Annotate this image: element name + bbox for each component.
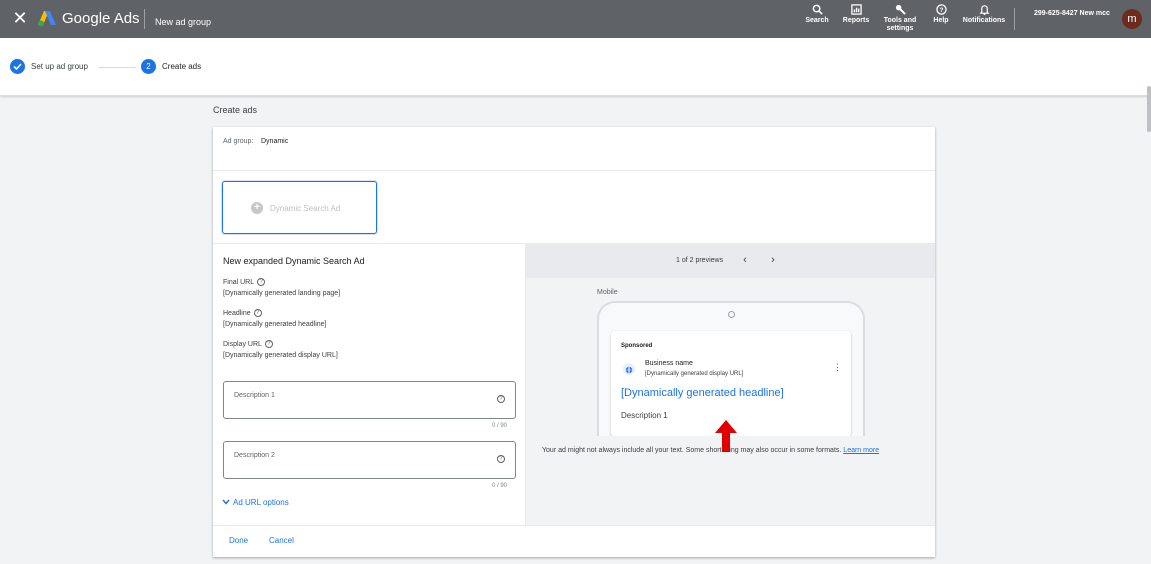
sponsored-label: Sponsored: [621, 343, 653, 349]
close-icon[interactable]: ✕: [12, 8, 28, 28]
help-icon[interactable]: ?: [257, 278, 266, 286]
ad-group-label: Ad group:: [223, 138, 254, 145]
header-divider: [144, 9, 145, 29]
display-url-value: [Dynamically generated display URL]: [223, 352, 338, 359]
globe-icon: [623, 363, 635, 375]
help-button[interactable]: ? Help: [928, 4, 954, 25]
notifications-label: Notifications: [962, 17, 1006, 24]
description-2-field[interactable]: Description 2 ?: [223, 441, 516, 479]
step-2-number: 2: [141, 59, 156, 74]
help-icon[interactable]: ?: [253, 309, 262, 317]
final-url-label: Final URL?: [223, 278, 266, 286]
help-icon[interactable]: ?: [264, 340, 273, 348]
device-label: Mobile: [597, 289, 618, 296]
description-1-field[interactable]: Description 1 ?: [223, 381, 516, 419]
cancel-button[interactable]: Cancel: [269, 536, 294, 545]
help-label: Help: [933, 17, 949, 24]
header-divider-right: [1014, 8, 1015, 30]
annotation-arrow-up-icon: [715, 420, 737, 452]
phone-frame: Sponsored Business name [Dynamically gen…: [597, 301, 865, 436]
bell-icon: [978, 5, 990, 15]
ad-url-options-label: Ad URL options: [233, 498, 289, 507]
chevron-down-icon: [222, 499, 230, 505]
tools-label-line2: settings: [886, 25, 914, 32]
step-2-label: Create ads: [162, 62, 202, 71]
reports-label: Reports: [842, 17, 870, 24]
help-icon[interactable]: ?: [497, 395, 505, 403]
tools-label-line1: Tools and: [883, 17, 917, 24]
step-1-label[interactable]: Set up ad group: [31, 62, 88, 71]
learn-more-link[interactable]: Learn more: [843, 447, 879, 454]
dynamic-search-ad-tile[interactable]: + Dynamic Search Ad: [222, 181, 377, 234]
step-connector: [98, 67, 136, 68]
brand-name: Google Ads: [62, 10, 140, 27]
ad-group-value: Dynamic: [261, 138, 289, 145]
account-id[interactable]: 299-625-8427 New mcc: [1034, 10, 1110, 17]
help-icon[interactable]: ?: [497, 455, 505, 463]
preview-disclaimer: Your ad might not always include all you…: [542, 447, 880, 454]
search-label: Search: [805, 17, 829, 24]
search-button[interactable]: Search: [802, 4, 832, 25]
preview-count: 1 of 2 previews: [676, 257, 724, 264]
preview-toolbar: 1 of 2 previews ‹ ›: [526, 244, 935, 278]
display-url-label: Display URL?: [223, 340, 273, 348]
description-1-placeholder: Description 1: [234, 392, 275, 399]
svg-text:?: ?: [939, 7, 943, 14]
tools-settings-button[interactable]: Tools and settings: [878, 4, 922, 33]
ad-preview-panel: 1 of 2 previews ‹ › Mobile Sponsored Bus…: [526, 244, 935, 525]
page-title: New ad group: [155, 17, 212, 27]
top-app-bar: ✕ Google Ads New ad group Search Reports…: [0, 0, 1151, 38]
ad-display-url: [Dynamically generated display URL]: [645, 371, 744, 377]
google-ads-logo: [38, 11, 56, 27]
page-scrollbar[interactable]: [1147, 86, 1151, 132]
section-title: Create ads: [213, 105, 258, 115]
plus-circle-icon: +: [251, 202, 263, 214]
checkmark-icon: [13, 63, 22, 71]
reports-icon: [850, 4, 862, 15]
ad-headline[interactable]: [Dynamically generated headline]: [621, 387, 784, 399]
chevron-left-icon[interactable]: ‹: [738, 254, 752, 268]
camera-icon: [728, 311, 735, 318]
create-ads-card: Ad group: Dynamic + Dynamic Search Ad Ne…: [213, 127, 935, 557]
business-name: Business name: [645, 360, 693, 367]
ad-url-options-toggle[interactable]: Ad URL options: [222, 498, 289, 507]
search-icon: [812, 4, 823, 15]
description-2-placeholder: Description 2: [234, 452, 275, 459]
headline-label: Headline?: [223, 309, 262, 317]
done-button[interactable]: Done: [229, 536, 248, 545]
description-1-counter: 0 / 90: [491, 423, 507, 429]
avatar[interactable]: m: [1122, 9, 1142, 29]
progress-stepper: Set up ad group 2 Create ads: [0, 38, 1151, 132]
divider: [213, 525, 935, 526]
description-2-counter: 0 / 90: [491, 483, 507, 489]
ad-description: Description 1: [621, 411, 668, 420]
form-title: New expanded Dynamic Search Ad: [223, 256, 365, 266]
divider: [213, 170, 935, 171]
ad-type-label: Dynamic Search Ad: [270, 204, 341, 213]
headline-value: [Dynamically generated headline]: [223, 321, 327, 328]
final-url-value: [Dynamically generated landing page]: [223, 290, 341, 297]
reports-button[interactable]: Reports: [839, 4, 873, 25]
chevron-right-icon[interactable]: ›: [766, 254, 780, 268]
step-complete-check-icon[interactable]: [10, 59, 25, 74]
notifications-button[interactable]: Notifications: [958, 4, 1010, 25]
more-vert-icon[interactable]: ⋮: [833, 363, 842, 372]
help-icon: ?: [935, 4, 947, 15]
wrench-icon: [895, 4, 906, 15]
